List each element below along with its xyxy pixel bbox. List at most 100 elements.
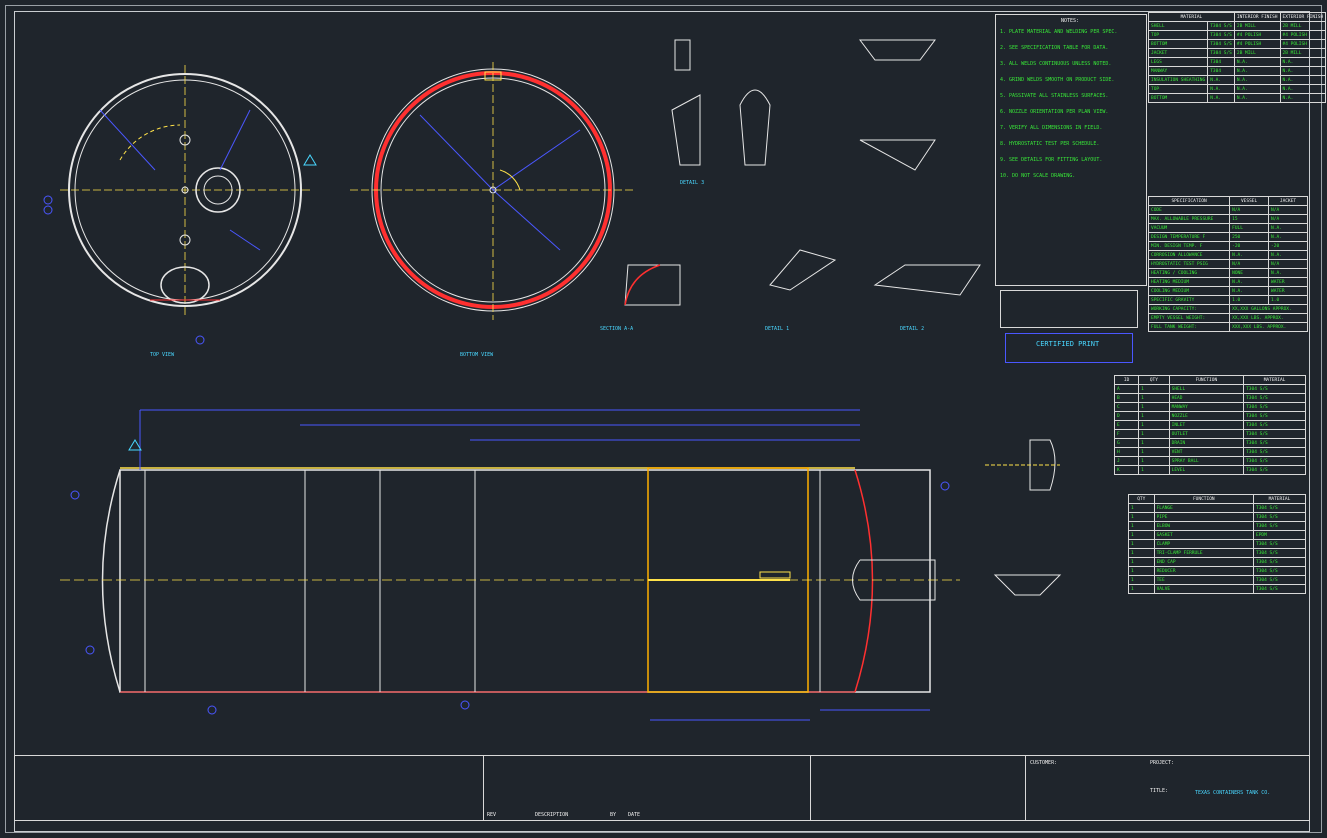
table-row: BOTTOM T304 S/S #4 POLISH #4 POLISH [1147, 39, 1327, 49]
cell: 2B MILL [1279, 21, 1327, 31]
table-row: 1 CLAMP T304 S/S [1128, 539, 1306, 549]
detail-views-top [624, 39, 981, 306]
cell: N.A. [1207, 75, 1235, 85]
cell: 1 [1138, 420, 1170, 430]
cell: N.A. [1268, 223, 1308, 233]
cell: N.A. [1229, 277, 1270, 287]
cell: T304 S/S [1243, 420, 1306, 430]
cell: ELBOW [1153, 521, 1255, 531]
cell: DESIGN TEMPERATURE F [1147, 232, 1231, 242]
cell: T304 S/S [1253, 503, 1306, 513]
cell: TRI-CLAMP FERRULE [1153, 548, 1255, 558]
cell: SPECIFIC GRAVITY [1147, 295, 1231, 305]
table-row: 1 VALVE T304 S/S [1128, 584, 1306, 594]
title-label: TITLE: [1150, 788, 1169, 794]
table-row: FULL TANK WEIGHT: XXX,XXX LBS. APPROX. [1147, 322, 1308, 332]
cell: #4 POLISH [1279, 30, 1327, 40]
cell: 1 [1128, 566, 1155, 576]
by-label: BY [610, 812, 617, 818]
cell: C [1113, 402, 1140, 412]
table-row: G 1 DRAIN T304 S/S [1113, 438, 1306, 448]
cell: 1 [1128, 530, 1155, 540]
cell: MANWAY [1147, 66, 1209, 76]
table-row: EMPTY VESSEL WEIGHT: XX,XXX LBS. APPROX. [1147, 313, 1308, 323]
header-cell: FUNCTION [1153, 494, 1255, 504]
cell: SPRAY BALL [1168, 456, 1245, 466]
table-row: CODE N/A N/A [1147, 205, 1308, 215]
table-row: DESIGN TEMPERATURE F 250 N.A. [1147, 232, 1308, 242]
table-row: MIN. DESIGN TEMP. F -20 -20 [1147, 241, 1308, 251]
cell: HYDROSTATIC TEST PSIG [1147, 259, 1231, 269]
cell: T304 S/S [1243, 465, 1306, 475]
cell: 1 [1128, 557, 1155, 567]
cell: N.A. [1233, 84, 1281, 94]
cell: MIN. DESIGN TEMP. F [1147, 241, 1231, 251]
fitting-table: QTY FUNCTION MATERIAL 1 FLANGE T304 S/S 1P… [1128, 494, 1306, 594]
cell: N.A. [1279, 66, 1327, 76]
cell: 1 [1138, 465, 1170, 475]
label-detail-3: DETAIL 3 [680, 180, 705, 186]
cell: 15 [1229, 214, 1270, 224]
table-row: INSULATION SHEATHING N.A. N.A. N.A. [1147, 75, 1327, 85]
cell: 1 [1128, 548, 1155, 558]
table-row: HEATING / COOLING NONE N.A. [1147, 268, 1308, 278]
label-detail-2: DETAIL 2 [900, 326, 925, 332]
approval-box [1000, 290, 1138, 328]
header-cell: MATERIAL [1253, 494, 1306, 504]
header-cell: ID [1113, 375, 1140, 385]
cell: EMPTY VESSEL WEIGHT: [1147, 313, 1231, 323]
cell: T304 S/S [1253, 557, 1306, 567]
material-title: MATERIAL [1148, 12, 1235, 22]
note-5: 5. PASSIVATE ALL STAINLESS SURFACES. [1000, 93, 1109, 99]
cell: N.A. [1233, 75, 1281, 85]
cell: GASKET [1153, 530, 1255, 540]
top-view [43, 65, 317, 345]
note-6: 6. NOZZLE ORIENTATION PER PLAN VIEW. [1000, 109, 1109, 115]
cell: CODE [1147, 205, 1231, 215]
notes-title: NOTES: [1061, 18, 1080, 24]
cell: T304 S/S [1207, 39, 1235, 49]
cell: N/A [1268, 259, 1308, 269]
cell: N.A. [1279, 75, 1327, 85]
table-row: K 1 LEVEL T304 S/S [1113, 465, 1306, 475]
table-row: H 1 VENT T304 S/S [1113, 447, 1306, 457]
cell: 1 [1128, 584, 1155, 594]
table-row: MANWAY T304 N.A. N.A. [1147, 66, 1327, 76]
note-3: 3. ALL WELDS CONTINUOUS UNLESS NOTED. [1000, 61, 1112, 67]
cell: XXX,XXX LBS. APPROX. [1229, 322, 1308, 332]
note-10: 10. DO NOT SCALE DRAWING. [1000, 173, 1076, 179]
cell: E [1113, 420, 1140, 430]
cell: SHELL [1147, 21, 1209, 31]
cell: N.A. [1233, 57, 1281, 67]
cell: WATER [1268, 286, 1308, 296]
table-row: BOTTOM N.A. N.A. N.A. [1147, 93, 1327, 103]
description-label: DESCRIPTION [535, 812, 569, 818]
table-row: F 1 OUTLET T304 S/S [1113, 429, 1306, 439]
cell: VENT [1168, 447, 1245, 457]
cell: N/A [1229, 205, 1270, 215]
cell: T304 S/S [1253, 584, 1306, 594]
cell: PIPE [1153, 512, 1255, 522]
cell: T304 S/S [1243, 384, 1306, 394]
cell: B [1113, 393, 1140, 403]
label-top-view: TOP VIEW [150, 352, 175, 358]
header-cell: FUNCTION [1168, 375, 1245, 385]
table-row: 1 GASKET EPDM [1128, 530, 1306, 540]
cell: INSULATION SHEATHING [1147, 75, 1209, 85]
cell: T304 S/S [1253, 566, 1306, 576]
spec-col1: VESSEL [1229, 196, 1270, 206]
cell: N.A. [1207, 93, 1235, 103]
table-row: JACKET T304 S/S 2B MILL 2B MILL [1147, 48, 1327, 58]
header-cell: QTY [1138, 375, 1170, 385]
cell: N/A [1268, 205, 1308, 215]
table-row: COOLING MEDIUM N.A. WATER [1147, 286, 1308, 296]
table-row: WORKING CAPACITY: XX,XXX GALLONS APPROX. [1147, 304, 1308, 314]
cell: LEGS [1147, 57, 1209, 67]
material-col1: INTERIOR FINISH [1233, 12, 1281, 22]
cell: N.A. [1279, 93, 1327, 103]
cell: TEE [1153, 575, 1255, 585]
cell: MAX. ALLOWABLE PRESSURE [1147, 214, 1231, 224]
table-row: 1 TRI-CLAMP FERRULE T304 S/S [1128, 548, 1306, 558]
company-name: TEXAS CONTAINERS TANK CO. [1195, 790, 1271, 796]
cell: VALVE [1153, 584, 1255, 594]
